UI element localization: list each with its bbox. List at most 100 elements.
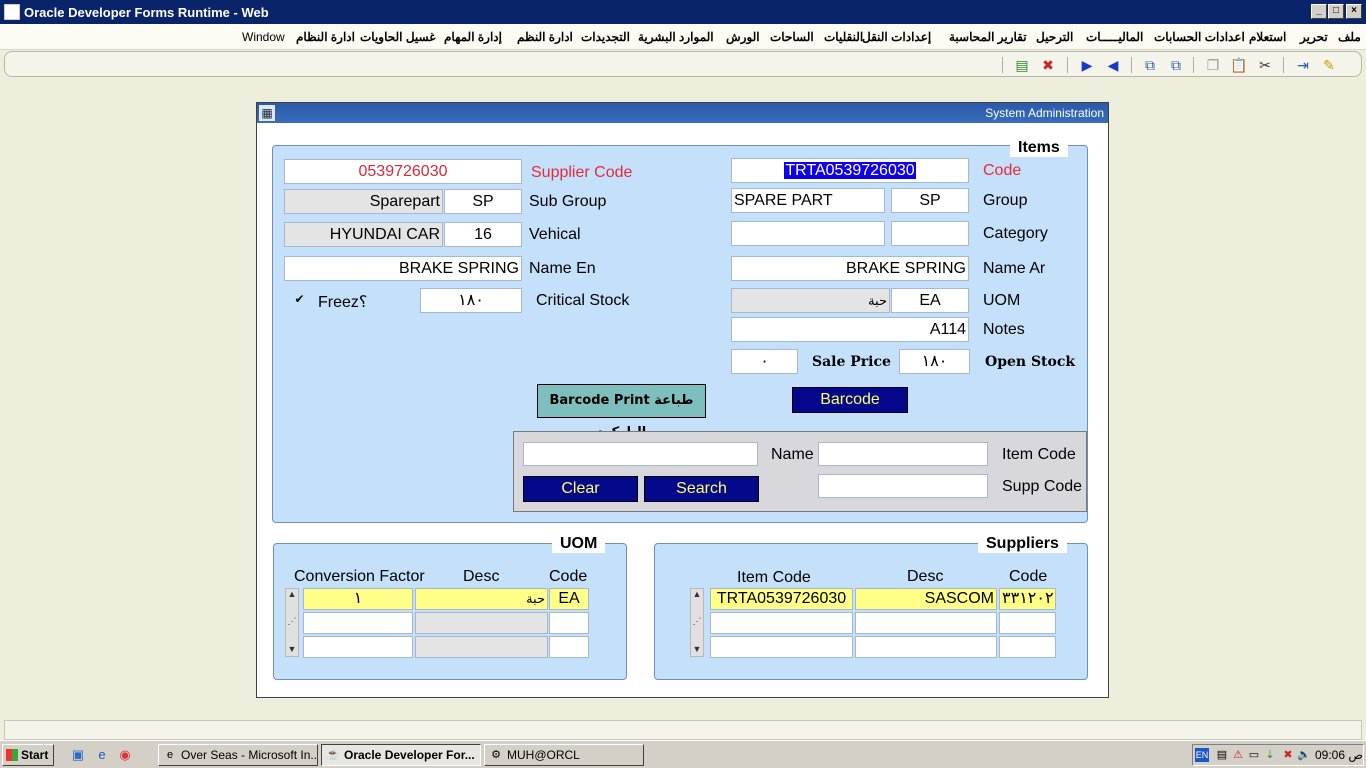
chrome-icon[interactable]: ◉: [117, 747, 133, 763]
task-over-seas[interactable]: e Over Seas - Microsoft In...: [158, 744, 318, 766]
copy-icon[interactable]: ❐: [1204, 56, 1222, 74]
query-list-icon[interactable]: ⧉: [1167, 56, 1185, 74]
volume-icon[interactable]: 🔈: [1297, 748, 1311, 762]
language-indicator[interactable]: EN: [1195, 748, 1209, 762]
category-name-field[interactable]: [731, 221, 885, 246]
open-stock-field[interactable]: ١٨٠: [899, 349, 970, 374]
uom-row-code[interactable]: EA: [549, 588, 589, 610]
maximize-button[interactable]: □: [1328, 4, 1344, 19]
menu-systems-admin[interactable]: ادارة النظم: [517, 30, 573, 44]
menu-finance[interactable]: الماليـــــات: [1086, 30, 1143, 44]
critical-stock-field[interactable]: ١٨٠: [420, 288, 522, 313]
barcode-button[interactable]: Barcode: [792, 387, 908, 413]
search-button[interactable]: Search: [644, 476, 759, 502]
suppliers-row-code[interactable]: [999, 636, 1056, 658]
group-code-field[interactable]: SP: [891, 188, 969, 213]
name-en-field[interactable]: BRAKE SPRING: [284, 256, 522, 281]
menu-query[interactable]: استعلام: [1249, 30, 1286, 44]
scroll-up-icon[interactable]: ▲: [286, 589, 298, 599]
uom-row-desc[interactable]: [415, 636, 548, 658]
suppliers-scrollbar[interactable]: ▲ ⋰ ▼: [690, 588, 704, 657]
previous-record-icon[interactable]: ◀: [1104, 56, 1122, 74]
uom-row-desc[interactable]: حبة: [415, 588, 548, 610]
menu-container-washing[interactable]: غسيل الحاويات: [360, 30, 436, 44]
menu-posting[interactable]: الترحيل: [1036, 30, 1073, 44]
sub-group-code-field[interactable]: SP: [444, 189, 522, 214]
menu-system-admin[interactable]: ادارة النظام: [296, 30, 355, 44]
uom-row-desc[interactable]: [415, 612, 548, 634]
vehical-name-field[interactable]: HYUNDAI CAR: [284, 222, 443, 247]
uom-row-factor[interactable]: [303, 612, 413, 634]
insert-record-icon[interactable]: ▤: [1013, 56, 1031, 74]
menu-workshops[interactable]: الورش: [726, 30, 760, 44]
network-icon[interactable]: ▤: [1215, 748, 1229, 762]
category-code-field[interactable]: [891, 221, 969, 246]
delete-record-icon[interactable]: ✖: [1039, 56, 1057, 74]
suppliers-row-item-code[interactable]: TRTA0539726030: [710, 588, 853, 610]
menu-yards[interactable]: الساحات: [770, 30, 814, 44]
show-desktop-icon[interactable]: ▣: [70, 747, 86, 763]
scroll-thumb-icon[interactable]: ⋰: [286, 616, 298, 627]
internet-explorer-icon[interactable]: e: [94, 747, 110, 763]
menu-transport-settings[interactable]: إعدادات النقل: [862, 30, 931, 44]
next-record-icon[interactable]: ▶: [1078, 56, 1096, 74]
suppliers-row-item-code[interactable]: [710, 636, 853, 658]
menu-edit[interactable]: تحرير: [1300, 30, 1328, 44]
scroll-down-icon[interactable]: ▼: [691, 644, 703, 654]
update-icon[interactable]: ⇣: [1263, 748, 1277, 762]
freez-checkbox[interactable]: ✔: [293, 293, 306, 306]
suppliers-row-desc[interactable]: [855, 612, 997, 634]
menu-window[interactable]: Window: [242, 30, 285, 44]
name-ar-field[interactable]: BRAKE SPRING: [731, 256, 969, 281]
sale-price-field[interactable]: ٠: [731, 349, 798, 374]
suppliers-row-item-code[interactable]: [710, 612, 853, 634]
menu-renewals[interactable]: التجديدات: [581, 30, 630, 44]
uom-row-code[interactable]: [549, 612, 589, 634]
menu-task-management[interactable]: إدارة المهام: [444, 30, 502, 44]
search-supp-code-input[interactable]: [818, 474, 988, 498]
search-item-code-input[interactable]: [818, 442, 988, 466]
scroll-thumb-icon[interactable]: ⋰: [691, 616, 703, 627]
uom-row-factor[interactable]: [303, 636, 413, 658]
clear-button[interactable]: Clear: [523, 476, 638, 502]
edit-icon[interactable]: ✎: [1320, 56, 1338, 74]
suppliers-row-code[interactable]: ٣٣١٢٠٢: [999, 588, 1056, 610]
notes-field[interactable]: A114: [731, 317, 969, 342]
paste-icon[interactable]: 📋: [1230, 56, 1248, 74]
menu-human-resources[interactable]: الموارد البشرية: [638, 30, 714, 44]
menu-file[interactable]: ملف: [1338, 30, 1361, 44]
group-name-field[interactable]: SPARE PART: [731, 188, 885, 213]
suppliers-row-desc[interactable]: SASCOM: [855, 588, 997, 610]
close-button[interactable]: ×: [1346, 4, 1362, 19]
scroll-up-icon[interactable]: ▲: [691, 589, 703, 599]
code-field[interactable]: TRTA0539726030: [731, 158, 969, 183]
menu-accounting-reports[interactable]: تقارير المحاسبة: [949, 30, 1027, 44]
uom-scrollbar[interactable]: ▲ ⋰ ▼: [285, 588, 299, 657]
uom-name-field[interactable]: حبة: [731, 288, 890, 313]
suppliers-row-desc[interactable]: [855, 636, 997, 658]
display-icon[interactable]: ▭: [1247, 748, 1261, 762]
exit-icon[interactable]: ⇥: [1294, 56, 1312, 74]
uom-code-field[interactable]: EA: [891, 288, 969, 313]
sub-group-name-field[interactable]: Sparepart: [284, 189, 443, 214]
security-alert-icon[interactable]: ⚠: [1231, 748, 1245, 762]
clock[interactable]: 09:06 ص: [1315, 748, 1363, 762]
menu-accounts-settings[interactable]: اعدادات الحسابات: [1154, 30, 1245, 44]
supplier-code-field[interactable]: 0539726030: [284, 159, 522, 184]
uom-row-code[interactable]: [549, 636, 589, 658]
cut-icon[interactable]: ✂: [1256, 56, 1274, 74]
minimize-button[interactable]: _: [1311, 4, 1327, 19]
start-button[interactable]: Start: [2, 744, 54, 766]
vehical-code-field[interactable]: 16: [444, 222, 522, 247]
connection-error-icon[interactable]: ✖: [1281, 748, 1295, 762]
uom-row-factor[interactable]: ١: [303, 588, 413, 610]
task-muh-orcl[interactable]: ⚙ MUH@ORCL: [484, 744, 644, 766]
suppliers-col-code: Code: [1009, 568, 1048, 585]
task-oracle-forms[interactable]: ☕ Oracle Developer For...: [321, 744, 481, 766]
menu-transports[interactable]: النقليات: [824, 30, 863, 44]
barcode-print-button[interactable]: Barcode Print طباعة الباركود: [537, 384, 706, 440]
search-name-input[interactable]: [523, 442, 758, 466]
suppliers-row-code[interactable]: [999, 612, 1056, 634]
scroll-down-icon[interactable]: ▼: [286, 644, 298, 654]
query-help-icon[interactable]: ⧉: [1141, 56, 1159, 74]
